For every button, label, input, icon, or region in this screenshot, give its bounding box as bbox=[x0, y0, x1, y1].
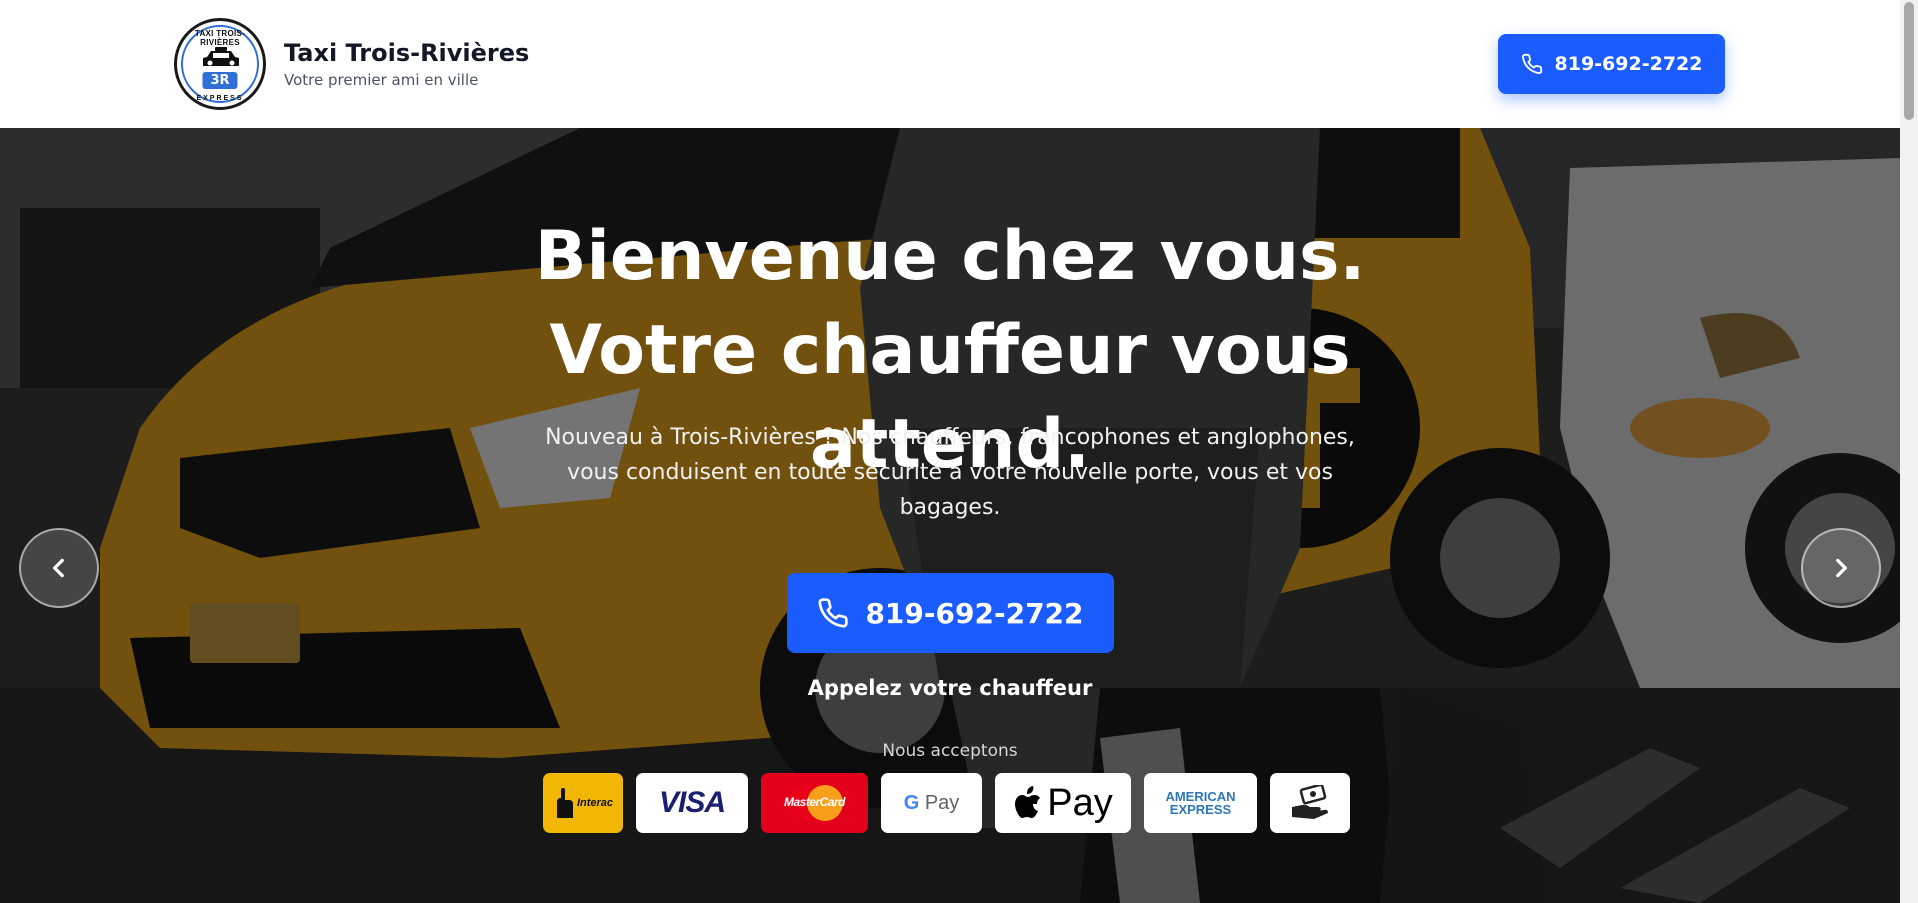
mastercard-circles: MasterCard bbox=[775, 783, 855, 823]
google-pay-label: Pay bbox=[924, 791, 960, 814]
amex-text: AMERICAN EXPRESS bbox=[1165, 790, 1235, 816]
apple-pay-logo: Pay bbox=[995, 773, 1131, 833]
brand-title: Taxi Trois-Rivières bbox=[284, 39, 530, 67]
header-phone-button[interactable]: 819-692-2722 bbox=[1498, 34, 1725, 94]
mastercard-logo: MasterCard bbox=[761, 773, 868, 833]
hero-section: Bienvenue chez vous. Votre chauffeur vou… bbox=[0, 128, 1900, 903]
visa-logo: VISA bbox=[636, 773, 748, 833]
logo-bottom-text: EXPRESS bbox=[196, 95, 244, 102]
payment-methods: Interac VISA MasterCard G Pay Pay AMERIC… bbox=[543, 773, 1350, 833]
cash-hand-icon bbox=[1292, 785, 1328, 819]
site-header: TAXI TROIS-RIVIÈRES 3R EXPRESS Taxi Troi… bbox=[0, 0, 1900, 128]
hero-phone-button[interactable]: 819-692-2722 bbox=[787, 573, 1114, 653]
page-scrollbar[interactable] bbox=[1900, 0, 1918, 903]
logo-badge: 3R bbox=[202, 72, 238, 89]
header-phone-label: 819-692-2722 bbox=[1554, 53, 1703, 75]
cash-logo bbox=[1270, 773, 1350, 833]
taxi-car-icon bbox=[203, 47, 239, 66]
visa-text: VISA bbox=[658, 786, 726, 819]
chevron-left-icon bbox=[53, 558, 64, 578]
google-g-icon: G bbox=[903, 791, 920, 814]
phone-icon bbox=[818, 598, 849, 628]
logo-top-text: TAXI TROIS-RIVIÈRES bbox=[194, 29, 246, 47]
amex-line2: EXPRESS bbox=[1169, 802, 1232, 817]
carousel-prev-button[interactable] bbox=[19, 528, 99, 608]
chevron-right-icon bbox=[1836, 558, 1847, 578]
hero-phone-label: 819-692-2722 bbox=[865, 596, 1084, 630]
carousel-next-button[interactable] bbox=[1801, 528, 1881, 608]
hero-content: Bienvenue chez vous. Votre chauffeur vou… bbox=[0, 128, 1900, 903]
payment-accept-label: Nous acceptons bbox=[882, 741, 1018, 761]
call-driver-text: Appelez votre chauffeur bbox=[807, 676, 1093, 700]
google-pay-text: G Pay bbox=[904, 792, 960, 815]
phone-icon bbox=[1521, 53, 1542, 75]
brand-subtitle: Votre premier ami en ville bbox=[284, 71, 479, 89]
interac-hand-icon bbox=[556, 788, 573, 818]
logo[interactable]: TAXI TROIS-RIVIÈRES 3R EXPRESS bbox=[174, 18, 266, 110]
apple-pay-text: Pay bbox=[1013, 781, 1113, 825]
mastercard-text: MasterCard bbox=[783, 795, 846, 809]
hero-description: Nouveau à Trois-Rivières ? Nos chauffeur… bbox=[545, 425, 1355, 520]
apple-pay-label: Pay bbox=[1047, 781, 1113, 824]
google-pay-logo: G Pay bbox=[881, 773, 982, 833]
apple-icon bbox=[1015, 786, 1041, 818]
interac-text: Interac bbox=[576, 797, 614, 809]
brand[interactable]: TAXI TROIS-RIVIÈRES 3R EXPRESS Taxi Troi… bbox=[174, 18, 529, 110]
brand-text: Taxi Trois-Rivières Votre premier ami en… bbox=[284, 39, 529, 89]
scrollbar-thumb[interactable] bbox=[1904, 2, 1914, 120]
interac-logo: Interac bbox=[543, 773, 623, 833]
american-express-logo: AMERICAN EXPRESS bbox=[1144, 773, 1257, 833]
